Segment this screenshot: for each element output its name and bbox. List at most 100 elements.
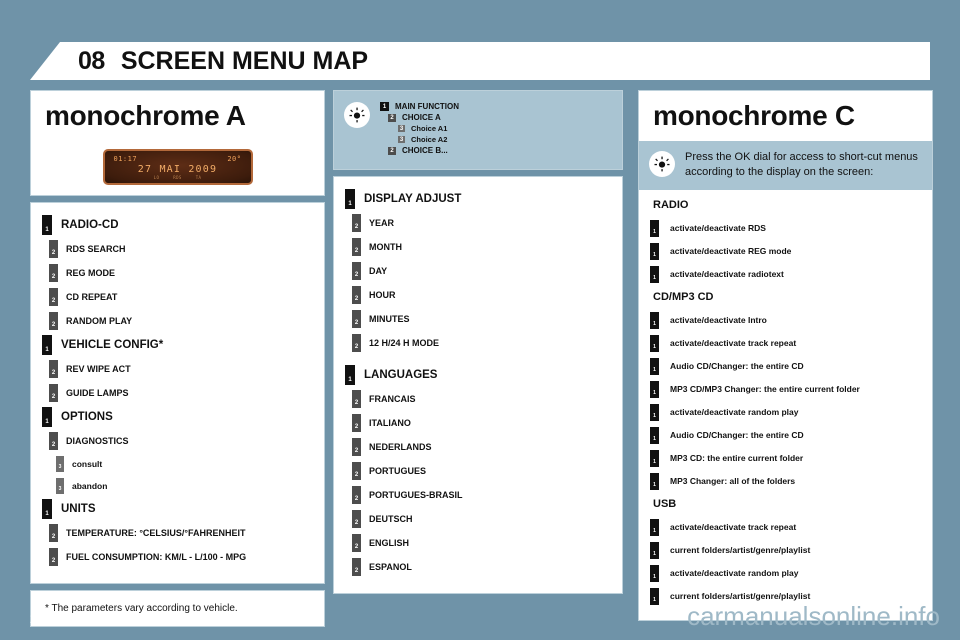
menu-item-label: RDS SEARCH [66,244,126,254]
menu-item-label: MP3 CD/MP3 Changer: the entire current f… [670,384,860,395]
menu-b-item-12[interactable]: 2 PORTUGUES-BRASIL [352,483,622,507]
menu-a-item-9[interactable]: 2 DIAGNOSTICS [49,429,324,453]
level-badge: 2 [388,146,396,155]
level-badge: 2 [352,334,361,352]
menu-item-label: FRANCAIS [369,394,416,404]
menu-a-item-13[interactable]: 2 TEMPERATURE: °CELSIUS/°FAHRENHEIT [49,521,324,545]
legend-label: Choice A1 [411,124,448,133]
legend-label: CHOICE A [402,113,441,122]
menu-c-item-1-4[interactable]: 1 activate/deactivate random play [650,401,932,424]
menu-item-label: MONTH [369,242,402,252]
menu-item-label: RADIO-CD [61,219,119,231]
level-badge: 2 [49,548,58,566]
level-badge: 2 [388,113,396,122]
menu-b-item-4[interactable]: 2 HOUR [352,283,622,307]
menu-c-item-1-1[interactable]: 1 activate/deactivate track repeat [650,332,932,355]
legend-row-0: 1 MAIN FUNCTION [380,102,459,111]
level-badge: 1 [650,472,659,490]
menu-item-label: Audio CD/Changer: the entire CD [670,361,804,372]
menu-c-item-0-2[interactable]: 1 activate/deactivate radiotext [650,263,932,286]
menu-c-item-2-1[interactable]: 1 current folders/artist/genre/playlist [650,539,932,562]
monochrome-c-heading: monochrome C [653,100,855,131]
menu-c-item-1-5[interactable]: 1 Audio CD/Changer: the entire CD [650,424,932,447]
level-badge: 2 [352,558,361,576]
menu-a-item-11[interactable]: 3 abandon [56,475,324,497]
menu-c-item-1-2[interactable]: 1 Audio CD/Changer: the entire CD [650,355,932,378]
monochrome-a-header: monochrome A [31,91,324,141]
menu-b-item-5[interactable]: 2 MINUTES [352,307,622,331]
menu-b-item-7[interactable]: 1 LANGUAGES [345,363,622,387]
menu-a-item-14[interactable]: 2 FUEL CONSUMPTION: KM/L - L/100 - MPG [49,545,324,569]
level-badge: 1 [650,265,659,283]
menu-c-item-1-0[interactable]: 1 activate/deactivate Intro [650,309,932,332]
menu-item-label: CD REPEAT [66,292,118,302]
menu-a-item-6[interactable]: 2 REV WIPE ACT [49,357,324,381]
menu-a-item-10[interactable]: 3 consult [56,453,324,475]
level-badge: 1 [650,587,659,605]
menu-item-label: TEMPERATURE: °CELSIUS/°FAHRENHEIT [66,528,246,538]
menu-item-label: Audio CD/Changer: the entire CD [670,430,804,441]
menu-c-item-0-0[interactable]: 1 activate/deactivate RDS [650,217,932,240]
menu-c-item-0-1[interactable]: 1 activate/deactivate REG mode [650,240,932,263]
menu-c-item-1-3[interactable]: 1 MP3 CD/MP3 Changer: the entire current … [650,378,932,401]
menu-item-label: DISPLAY ADJUST [364,193,462,205]
monochrome-b-menu-list: 1 DISPLAY ADJUST 2 YEAR 2 MONTH 2 DAY 2 HOUR 2 MINU… [333,176,623,594]
group-title: RADIO [653,199,689,212]
menu-b-item-9[interactable]: 2 ITALIANO [352,411,622,435]
level-badge: 1 [42,215,52,235]
menu-a-item-0[interactable]: 1 RADIO-CD [42,213,324,237]
menu-b-item-1[interactable]: 2 YEAR [352,211,622,235]
menu-c-item-2-0[interactable]: 1 activate/deactivate track repeat [650,516,932,539]
level-badge: 1 [650,357,659,375]
lcd-status-indicators: LO RDS TA [105,175,251,180]
menu-a-item-2[interactable]: 2 REG MODE [49,261,324,285]
monochrome-c-header: monochrome C [639,91,932,141]
menu-b-item-11[interactable]: 2 PORTUGUES [352,459,622,483]
menu-a-item-3[interactable]: 2 CD REPEAT [49,285,324,309]
level-badge: 1 [650,518,659,536]
info-sun-icon [649,151,675,177]
menu-b-item-3[interactable]: 2 DAY [352,259,622,283]
menu-item-label: GUIDE LAMPS [66,388,129,398]
menu-b-item-10[interactable]: 2 NEDERLANDS [352,435,622,459]
menu-a-item-12[interactable]: 1 UNITS [42,497,324,521]
group-header-0: RADIO [653,194,932,217]
legend-label: MAIN FUNCTION [395,102,459,111]
menu-c-item-1-7[interactable]: 1 MP3 Changer: all of the folders [650,470,932,493]
menu-item-label: HOUR [369,290,396,300]
menu-item-label: current folders/artist/genre/playlist [670,545,811,556]
level-badge: 1 [650,380,659,398]
menu-b-item-2[interactable]: 2 MONTH [352,235,622,259]
menu-a-item-1[interactable]: 2 RDS SEARCH [49,237,324,261]
menu-item-label: RANDOM PLAY [66,316,133,326]
menu-item-label: activate/deactivate Intro [670,315,767,326]
menu-c-item-1-6[interactable]: 1 MP3 CD: the entire current folder [650,447,932,470]
lcd-display: 01:17 20° 27 MAI 2009 LO RDS TA [102,149,253,185]
menu-b-item-15[interactable]: 2 ESPANOL [352,555,622,579]
menu-b-item-13[interactable]: 2 DEUTSCH [352,507,622,531]
page-number: 266 [30,611,52,626]
monochrome-c-panel: monochrome C Press the OK dial for acces… [638,90,933,621]
info-sun-icon [344,102,370,128]
level-badge: 1 [42,335,52,355]
level-badge: 1 [650,334,659,352]
menu-b-item-8[interactable]: 2 FRANCAIS [352,387,622,411]
menu-a-item-5[interactable]: 1 VEHICLE CONFIG* [42,333,324,357]
menu-item-label: UNITS [61,503,96,515]
level-badge: 2 [49,264,58,282]
menu-a-item-7[interactable]: 2 GUIDE LAMPS [49,381,324,405]
menu-item-label: activate/deactivate track repeat [670,522,797,533]
menu-b-item-0[interactable]: 1 DISPLAY ADJUST [345,187,622,211]
menu-c-item-2-2[interactable]: 1 activate/deactivate random play [650,562,932,585]
menu-item-label: LANGUAGES [364,369,438,381]
level-badge: 1 [650,311,659,329]
level-badge: 3 [56,478,64,494]
menu-b-item-14[interactable]: 2 ENGLISH [352,531,622,555]
menu-a-item-4[interactable]: 2 RANDOM PLAY [49,309,324,333]
list-gap [334,355,622,363]
menu-item-label: activate/deactivate radiotext [670,269,784,280]
menu-b-item-6[interactable]: 2 12 H/24 H MODE [352,331,622,355]
menu-a-item-8[interactable]: 1 OPTIONS [42,405,324,429]
legend-row-4: 2 CHOICE B... [388,146,459,155]
menu-item-label: current folders/artist/genre/playlist [670,591,811,602]
